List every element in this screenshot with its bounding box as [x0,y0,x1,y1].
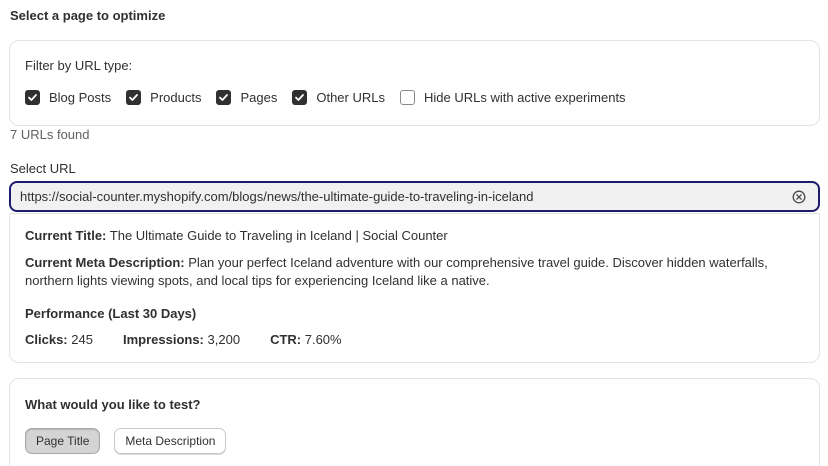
filter-products-label: Products [150,90,202,105]
checkbox-unchecked-icon[interactable] [399,90,415,105]
performance-heading: Performance (Last 30 Days) [25,306,197,321]
test-type-card: What would you like to test? Page Title … [9,378,820,466]
meta-description-button[interactable]: Meta Description [114,428,227,454]
ctr-metric: CTR: 7.60% [270,331,342,349]
url-combobox[interactable] [9,181,820,212]
performance-metrics: Clicks: 245 Impressions: 3,200 CTR: 7.60… [25,331,372,349]
filter-hide-active-experiments-label: Hide URLs with active experiments [423,90,626,105]
checkbox-checked-icon[interactable] [126,90,142,105]
current-meta-value-line2: northern lights viewing spots, and local… [25,273,490,288]
filter-pages[interactable]: Pages [216,90,277,105]
current-title-row: Current Title: The Ultimate Guide to Tra… [25,227,448,245]
test-type-options: Page Title Meta Description [25,428,240,454]
clicks-label: Clicks: [25,332,68,347]
filter-card: Filter by URL type: Blog Posts Products … [9,40,820,126]
clicks-metric: Clicks: 245 [25,331,93,349]
clear-icon[interactable] [791,189,806,204]
url-details-card: Current Title: The Ultimate Guide to Tra… [9,213,820,363]
test-heading: What would you like to test? [25,397,201,412]
filter-other-urls-label: Other URLs [316,90,385,105]
impressions-value: 3,200 [207,332,241,347]
clicks-value: 245 [71,332,93,347]
url-input[interactable] [20,183,780,210]
current-meta-row-1: Current Meta Description: Plan your perf… [25,254,768,272]
ctr-value: 7.60% [304,332,342,347]
filter-products[interactable]: Products [126,90,201,105]
checkbox-checked-icon[interactable] [216,90,232,105]
filter-blog-posts-label: Blog Posts [49,90,112,105]
filter-other-urls[interactable]: Other URLs [292,90,385,105]
url-count: 7 URLs found [10,127,90,142]
ctr-label: CTR: [270,332,302,347]
select-url-label: Select URL [10,161,76,176]
current-meta-value-line1: Plan your perfect Iceland adventure with… [188,255,768,270]
filter-options: Blog Posts Products Pages Other URLs Hid… [25,90,641,105]
page-title-button[interactable]: Page Title [25,428,101,454]
impressions-metric: Impressions: 3,200 [123,331,240,349]
checkbox-checked-icon[interactable] [25,90,40,105]
page-heading: Select a page to optimize [10,8,166,23]
filter-pages-label: Pages [240,90,278,105]
impressions-label: Impressions: [122,332,204,347]
current-meta-label: Current Meta Description: [25,255,185,270]
current-title-value: The Ultimate Guide to Traveling in Icela… [109,228,448,243]
current-title-label: Current Title: [25,228,107,243]
filter-blog-posts[interactable]: Blog Posts [25,90,111,105]
filter-label: Filter by URL type: [25,58,133,73]
filter-hide-active-experiments[interactable]: Hide URLs with active experiments [399,90,626,105]
checkbox-checked-icon[interactable] [292,90,308,105]
